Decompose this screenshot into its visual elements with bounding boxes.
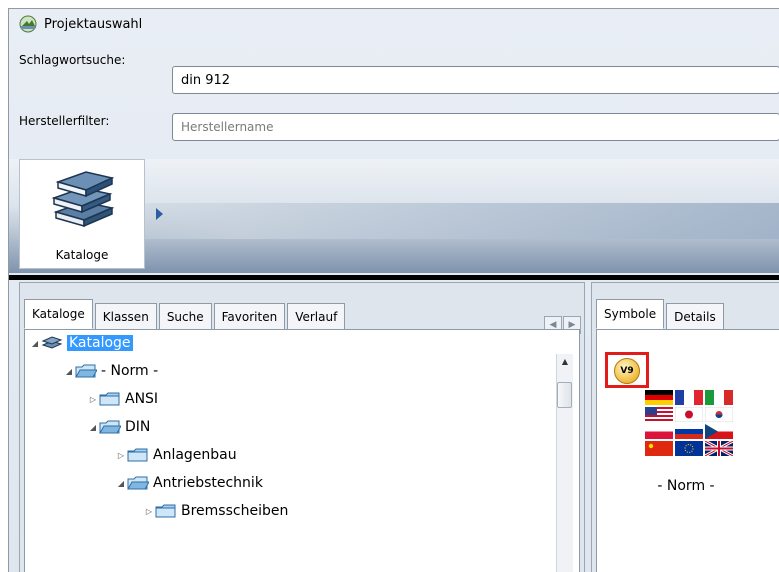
manufacturer-filter-input[interactable] bbox=[172, 113, 779, 141]
collapse-icon[interactable]: ◢ bbox=[31, 339, 39, 348]
keyword-search-input[interactable] bbox=[172, 66, 779, 94]
tree-item-bremsscheiben[interactable]: ▷ Bremsscheiben bbox=[145, 500, 288, 522]
app-icon bbox=[19, 15, 37, 33]
catalog-books-icon bbox=[41, 336, 63, 349]
collapse-icon[interactable]: ◢ bbox=[89, 423, 97, 432]
catalog-tree: ▲ ◢ Kataloge ◢ - Norm - ▷ ANSI ◢ DIN ▷ A… bbox=[24, 329, 580, 572]
flag-germany-icon bbox=[645, 390, 673, 405]
tree-item-label: ANSI bbox=[125, 391, 159, 407]
scroll-thumb[interactable] bbox=[557, 382, 572, 408]
keyword-search-label: Schlagwortsuche: bbox=[19, 53, 126, 67]
tree-item-antriebstechnik[interactable]: ◢ Antriebstechnik bbox=[117, 472, 263, 494]
window-title: Projektauswahl bbox=[44, 16, 143, 32]
tree-item-norm[interactable]: ◢ - Norm - bbox=[65, 360, 158, 382]
folder-closed-icon bbox=[99, 392, 120, 406]
flag-uk-icon bbox=[705, 441, 733, 456]
expand-icon[interactable]: ▷ bbox=[117, 451, 125, 460]
version-highlight: V9 bbox=[605, 352, 649, 388]
tab-suche[interactable]: Suche bbox=[158, 303, 212, 329]
right-tab-strip: Symbole Details bbox=[596, 299, 726, 329]
expand-arrow-icon[interactable] bbox=[156, 208, 163, 220]
title-bar: Projektauswahl bbox=[9, 9, 779, 39]
flag-czech-icon bbox=[705, 424, 733, 439]
left-pane: Kataloge Klassen Suche Favoriten Verlauf… bbox=[19, 282, 585, 572]
folder-open-icon bbox=[75, 364, 97, 378]
collapse-icon[interactable]: ◢ bbox=[117, 479, 125, 488]
tree-item-label: Kataloge bbox=[67, 335, 133, 351]
flag-eu-icon bbox=[675, 441, 703, 456]
tree-item-label: Anlagenbau bbox=[153, 447, 237, 463]
left-tab-strip: Kataloge Klassen Suche Favoriten Verlauf bbox=[24, 299, 347, 329]
tree-item-anlagenbau[interactable]: ▷ Anlagenbau bbox=[117, 444, 237, 466]
flag-poland-icon bbox=[645, 424, 673, 439]
manufacturer-filter-label: Herstellerfilter: bbox=[19, 114, 110, 128]
splitter[interactable] bbox=[9, 275, 779, 280]
folder-closed-icon bbox=[155, 504, 176, 518]
symbol-view: V9 - Norm - bbox=[596, 329, 779, 572]
project-selection-window: Projektauswahl Schlagwortsuche: Herstell… bbox=[8, 8, 779, 572]
flag-russia-icon bbox=[675, 424, 703, 439]
tab-verlauf[interactable]: Verlauf bbox=[287, 303, 346, 329]
folder-open-icon bbox=[127, 476, 149, 490]
folder-open-icon bbox=[99, 420, 121, 434]
symbol-caption[interactable]: - Norm - bbox=[597, 478, 775, 494]
collapse-icon[interactable]: ◢ bbox=[65, 367, 73, 376]
flag-usa-icon bbox=[645, 407, 673, 422]
tab-symbole[interactable]: Symbole bbox=[596, 299, 665, 329]
right-pane: Symbole Details V9 - Norm - bbox=[591, 282, 779, 572]
flag-japan-icon bbox=[675, 407, 703, 422]
tree-scrollbar[interactable]: ▲ bbox=[556, 354, 573, 572]
version-badge-icon: V9 bbox=[614, 358, 640, 384]
tab-kataloge[interactable]: Kataloge bbox=[24, 299, 93, 329]
tree-item-kataloge[interactable]: ◢ Kataloge bbox=[31, 332, 133, 354]
folder-closed-icon bbox=[127, 448, 148, 462]
flag-france-icon bbox=[675, 390, 703, 405]
books-icon bbox=[51, 171, 115, 228]
flag-china-icon bbox=[645, 441, 673, 456]
tree-item-ansi[interactable]: ▷ ANSI bbox=[89, 388, 158, 410]
tree-item-din[interactable]: ◢ DIN bbox=[89, 416, 150, 438]
tree-item-label: Antriebstechnik bbox=[153, 475, 263, 491]
expand-icon[interactable]: ▷ bbox=[89, 395, 97, 404]
flag-korea-icon bbox=[705, 407, 733, 422]
catalogs-button-label: Kataloge bbox=[55, 248, 109, 262]
tab-details[interactable]: Details bbox=[666, 303, 724, 329]
scroll-up-icon[interactable]: ▲ bbox=[557, 354, 573, 370]
flag-italy-icon bbox=[705, 390, 733, 405]
tree-item-label: Bremsscheiben bbox=[181, 503, 289, 519]
catalogs-button[interactable]: Kataloge bbox=[19, 159, 145, 269]
tab-klassen[interactable]: Klassen bbox=[94, 303, 157, 329]
tab-favoriten[interactable]: Favoriten bbox=[213, 303, 286, 329]
tree-item-label: - Norm - bbox=[101, 363, 159, 379]
expand-icon[interactable]: ▷ bbox=[145, 507, 153, 516]
tree-item-label: DIN bbox=[125, 419, 151, 435]
